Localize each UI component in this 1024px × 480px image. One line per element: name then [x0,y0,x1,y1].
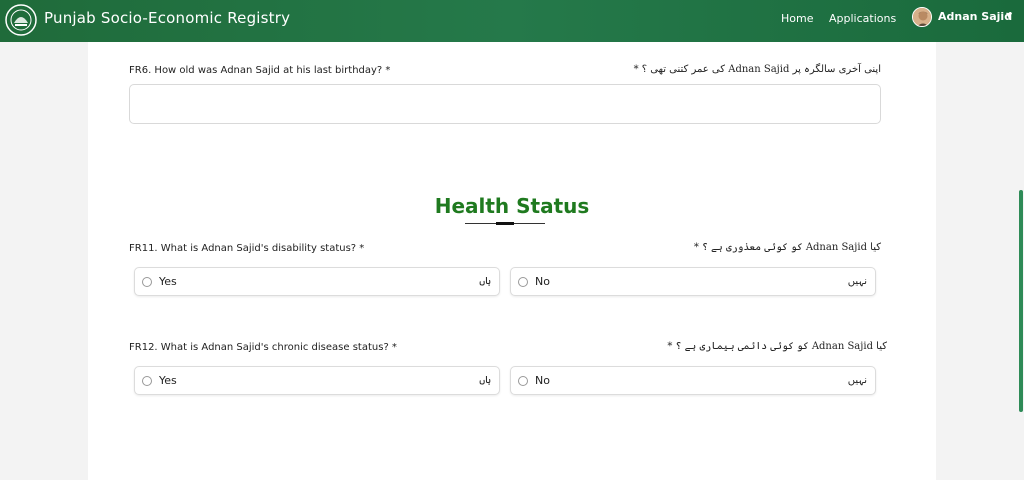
fr12-question-label: FR12. What is Adnan Sajid's chronic dise… [129,342,397,353]
radio-icon[interactable] [142,277,152,287]
punjab-emblem-icon[interactable] [4,3,38,37]
fr11-option-no[interactable]: No نہیں [510,267,876,296]
fr11-question-urdu: کیا Adnan Sajid کو کوئی معذوری ہے ؟ * [693,242,881,253]
user-menu-name[interactable]: Adnan Sajid [938,10,1012,23]
radio-icon[interactable] [518,376,528,386]
section-title-health-status: Health Status [434,194,590,218]
fr12-option-no[interactable]: No نہیں [510,366,876,395]
page-scrollbar[interactable] [1019,190,1023,412]
option-label-en: Yes [159,275,177,288]
section-divider-accent [496,222,514,225]
option-label-en: Yes [159,374,177,387]
option-label-en: No [535,374,550,387]
nav-applications-link[interactable]: Applications [829,12,896,25]
option-label-ur: نہیں [847,276,867,287]
option-label-en: No [535,275,550,288]
fr11-question-label: FR11. What is Adnan Sajid's disability s… [129,243,365,254]
fr12-option-yes[interactable]: Yes ہاں [134,366,500,395]
radio-icon[interactable] [518,277,528,287]
top-navbar: Punjab Socio-Economic Registry Home Appl… [0,0,1024,42]
brand-title[interactable]: Punjab Socio-Economic Registry [44,9,290,27]
option-label-ur: ہاں [479,276,491,287]
avatar[interactable] [912,7,932,27]
option-label-ur: نہیں [847,375,867,386]
fr6-question-urdu: اپنی آخری سالگرہ پر Adnan Sajid کی عمر ک… [633,64,881,75]
option-label-ur: ہاں [479,375,491,386]
nav-home-link[interactable]: Home [781,12,813,25]
fr12-question-urdu: کیا Adnan Sajid کو کوئی دائمی بیماری ہے … [667,341,887,352]
fr6-age-input[interactable] [129,84,881,124]
radio-icon[interactable] [142,376,152,386]
chevron-down-icon[interactable]: ▼ [1006,11,1012,20]
fr11-option-yes[interactable]: Yes ہاں [134,267,500,296]
fr6-question-label: FR6. How old was Adnan Sajid at his last… [129,65,391,76]
